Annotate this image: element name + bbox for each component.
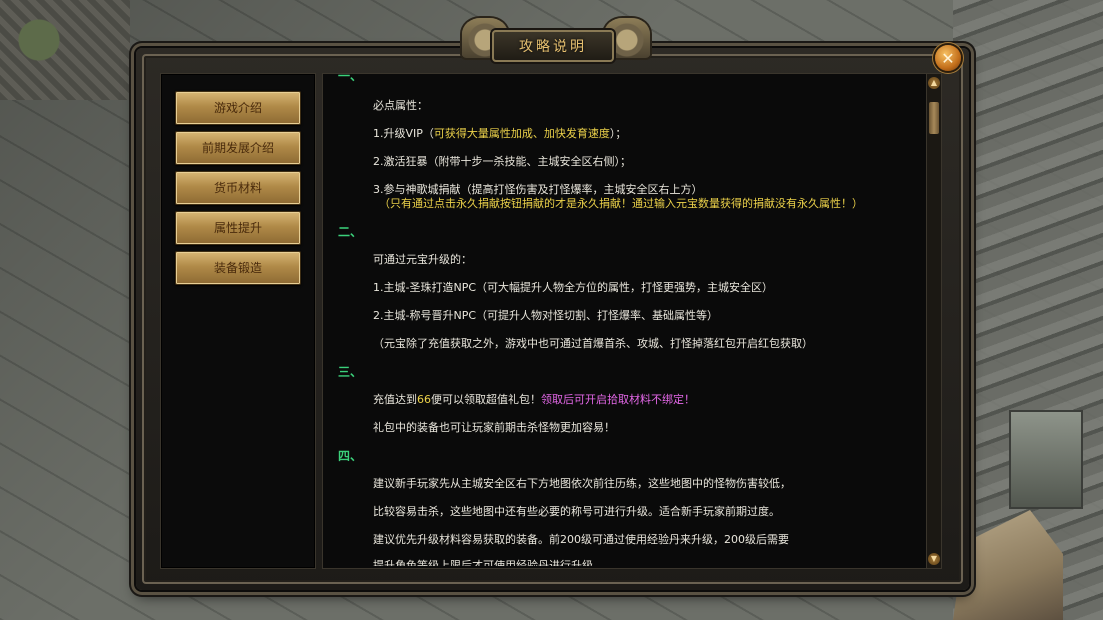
section-1-item-2: 2.激活狂暴（附带十步一杀技能、主城安全区右侧）； bbox=[373, 155, 631, 168]
section-2-header: 二、 bbox=[338, 225, 363, 239]
section-4-line-2: 比较容易击杀，这些地图中还有些必要的称号可进行升级。适合新手玩家前期过度。 bbox=[373, 505, 780, 518]
dialog-title-plate: 攻略说明 bbox=[492, 30, 614, 62]
guide-menu: 游戏介绍 前期发展介绍 货币材料 属性提升 装备锻造 bbox=[160, 73, 316, 569]
section-1-intro: 必点属性： bbox=[373, 99, 428, 112]
dialog-title: 攻略说明 bbox=[519, 39, 587, 55]
section-4-header: 四、 bbox=[338, 449, 363, 463]
close-button[interactable]: ✕ bbox=[935, 45, 961, 71]
section-1-note: （只有通过点击永久捐献按钮捐献的才是永久捐献！通过输入元宝数量获得的捐献没有永久… bbox=[379, 197, 863, 210]
section-3-header: 三、 bbox=[338, 365, 363, 379]
section-4-line-4: 提升角色等级上限后才可使用经验丹进行升级 bbox=[373, 559, 593, 566]
section-4-line-1: 建议新手玩家先从主城安全区右下方地图依次前往历练，这些地图中的怪物伤害较低， bbox=[373, 477, 791, 490]
section-4-line-3: 建议优先升级材料容易获取的装备。前200级可通过使用经验丹来升级，200级后需要 bbox=[373, 533, 789, 546]
menu-item-early-development[interactable]: 前期发展介绍 bbox=[175, 131, 301, 165]
stone-pillar-scenery bbox=[1009, 410, 1083, 509]
menu-item-currency-materials[interactable]: 货币材料 bbox=[175, 171, 301, 205]
section-1-header: 一、 bbox=[338, 69, 363, 83]
chevron-down-icon[interactable]: ▼ bbox=[928, 553, 940, 565]
menu-item-attribute-boost[interactable]: 属性提升 bbox=[175, 211, 301, 245]
rooftop-scenery bbox=[0, 0, 130, 100]
section-2-intro: 可通过元宝升级的： bbox=[373, 253, 472, 266]
chevron-up-icon[interactable]: ▲ bbox=[928, 77, 940, 89]
section-2-item-2: 2.主城-称号晋升NPC（可提升人物对怪切割、打怪爆率、基础属性等） bbox=[373, 309, 719, 322]
section-3-line-2: 礼包中的装备也可让玩家前期击杀怪物更加容易！ bbox=[373, 421, 615, 434]
section-1-item-1: 1.升级VIP（可获得大量属性加成、加快发育速度）； bbox=[373, 127, 627, 140]
scrollbar-thumb[interactable] bbox=[929, 102, 939, 134]
section-2-note: （元宝除了充值获取之外，游戏中也可通过首爆首杀、攻城、打怪掉落红包开启红包获取） bbox=[373, 337, 813, 350]
section-3-line-1: 充值达到66便可以领取超值礼包！领取后可开启拾取材料不绑定！ bbox=[373, 393, 695, 406]
menu-item-equipment-forging[interactable]: 装备锻造 bbox=[175, 251, 301, 285]
section-2-item-1: 1.主城-圣珠打造NPC（可大幅提升人物全方位的属性，打怪更强势，主城安全区） bbox=[373, 281, 774, 294]
menu-item-game-intro[interactable]: 游戏介绍 bbox=[175, 91, 301, 125]
content-scrollbar[interactable]: ▲ ▼ bbox=[926, 73, 942, 569]
close-icon: ✕ bbox=[941, 48, 955, 68]
